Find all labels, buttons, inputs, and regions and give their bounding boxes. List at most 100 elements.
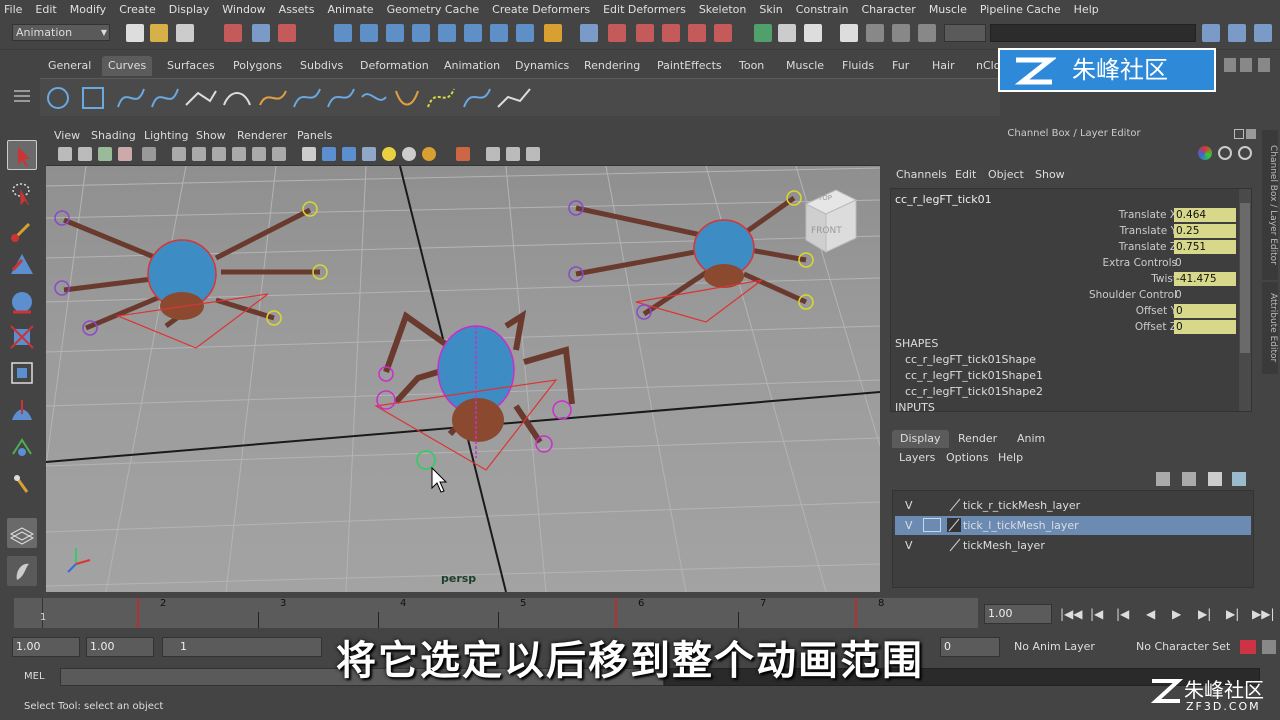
close-panel-icon[interactable]	[1246, 129, 1256, 139]
menu-display[interactable]: Display	[169, 3, 210, 16]
safe-action-icon[interactable]	[252, 147, 266, 161]
tab-display[interactable]: Display	[892, 430, 949, 448]
menu-file[interactable]: File	[4, 3, 22, 16]
shelf-tab-hair[interactable]: Hair	[926, 56, 961, 76]
character-set-dropdown[interactable]: No Character Set	[1130, 637, 1236, 657]
viewport-menu-view[interactable]: View	[54, 129, 80, 142]
all-lights-icon[interactable]	[402, 147, 416, 161]
wireframe-on-shaded-icon[interactable]	[342, 147, 356, 161]
shelf-tab-animation[interactable]: Animation	[438, 56, 506, 76]
grid-toggle-icon[interactable]	[142, 147, 156, 161]
construction-history-icon[interactable]	[580, 24, 598, 42]
step-back-frame-icon[interactable]: |◀	[1090, 607, 1103, 621]
layer-name[interactable]: tick_r_tickMesh_layer	[963, 496, 1080, 515]
attr-value[interactable]: 0	[1173, 288, 1235, 302]
camera-select-icon[interactable]	[58, 147, 72, 161]
float-panel-icon[interactable]	[1234, 129, 1244, 139]
playback-start-field[interactable]: 1.00	[86, 637, 154, 657]
safe-title-icon[interactable]	[272, 147, 286, 161]
layer-color-swatch[interactable]	[949, 538, 961, 552]
viewport-menu-show[interactable]: Show	[196, 129, 226, 142]
layer-name[interactable]: tick_l_tickMesh_layer	[963, 516, 1079, 535]
menu-constrain[interactable]: Constrain	[796, 3, 849, 16]
xray-icon[interactable]	[486, 147, 500, 161]
layout-icon-3[interactable]	[1254, 24, 1272, 42]
quick-layout-icon[interactable]	[7, 556, 37, 586]
layer-template-toggle[interactable]	[923, 518, 941, 532]
tick-character-right[interactable]	[568, 190, 814, 323]
select-hierarchy-icon[interactable]	[224, 24, 242, 42]
shelf-tab-fluids[interactable]: Fluids	[836, 56, 880, 76]
viewport-menu-renderer[interactable]: Renderer	[237, 129, 287, 142]
layer-row[interactable]: V tick_r_tickMesh_layer	[895, 496, 1251, 515]
shelf-tab-fur[interactable]: Fur	[886, 56, 915, 76]
shelf-tab-polygons[interactable]: Polygons	[227, 56, 288, 76]
new-layer-icon[interactable]	[1208, 472, 1222, 486]
lock-icon[interactable]	[544, 24, 562, 42]
universal-manipulator-icon[interactable]	[7, 358, 37, 388]
hyperbolic-icon[interactable]	[1238, 146, 1252, 160]
viewport-menu-lighting[interactable]: Lighting	[144, 129, 188, 142]
speed-icon[interactable]	[1218, 146, 1232, 160]
menu-animate[interactable]: Animate	[327, 3, 373, 16]
shelf-tab-surfaces[interactable]: Surfaces	[161, 56, 221, 76]
layer-name[interactable]: tickMesh_layer	[963, 536, 1045, 555]
snap-point-icon[interactable]	[386, 24, 404, 42]
default-lighting-icon[interactable]	[382, 147, 396, 161]
menu-modify[interactable]: Modify	[70, 3, 106, 16]
help-icon[interactable]	[516, 24, 534, 42]
quick-selection-field[interactable]	[944, 24, 986, 42]
current-frame-field[interactable]: 1.00	[984, 604, 1052, 624]
shelf-tab-painteffects[interactable]: PaintEffects	[651, 56, 728, 76]
viewport-menu-panels[interactable]: Panels	[297, 129, 332, 142]
move-tool-icon[interactable]	[7, 250, 37, 280]
viewport-menu-shading[interactable]: Shading	[91, 129, 136, 142]
layout-icon-2[interactable]	[1228, 24, 1246, 42]
shape-item[interactable]: cc_r_legFT_tick01Shape1	[905, 369, 1043, 382]
snap-surface-icon[interactable]	[438, 24, 456, 42]
resolution-gate-icon[interactable]	[192, 147, 206, 161]
shape-item[interactable]: cc_r_legFT_tick01Shape2	[905, 385, 1043, 398]
shelf-tab-curves[interactable]: Curves	[102, 56, 153, 76]
attr-label[interactable]: Translate Y	[895, 225, 1177, 237]
menu-create-deformers[interactable]: Create Deformers	[492, 3, 590, 16]
scrollbar-thumb[interactable]	[1240, 203, 1250, 353]
name-field[interactable]	[990, 24, 1196, 42]
snap-curve-icon[interactable]	[360, 24, 378, 42]
time-slider[interactable]: 1 2 3 4 5 6 7 8	[14, 598, 978, 628]
shelf-tab-rendering[interactable]: Rendering	[578, 56, 646, 76]
shadows-icon[interactable]	[422, 147, 436, 161]
menu-assets[interactable]: Assets	[279, 3, 315, 16]
anim-layer-dropdown[interactable]: No Anim Layer	[1006, 637, 1126, 657]
wireframe-icon[interactable]	[302, 147, 316, 161]
attr-label[interactable]: Twist	[895, 273, 1177, 285]
attr-value[interactable]: 0	[1174, 304, 1236, 318]
last-tool-icon[interactable]	[7, 470, 37, 500]
inputs-header[interactable]: INPUTS	[895, 401, 935, 414]
rotate-tool-icon[interactable]	[7, 286, 37, 316]
layout-icon[interactable]	[1202, 24, 1220, 42]
shelf-menu-icon[interactable]	[14, 90, 30, 92]
new-scene-icon[interactable]	[126, 24, 144, 42]
side-tab-attribute-editor[interactable]: Attribute Editor	[1262, 282, 1278, 374]
attr-value[interactable]: 0.464	[1174, 208, 1236, 222]
menu-create[interactable]: Create	[119, 3, 156, 16]
play-backwards-icon[interactable]: ◀	[1146, 607, 1155, 621]
select-tool-icon[interactable]	[7, 140, 37, 170]
shelf-tab-muscle[interactable]: Muscle	[780, 56, 830, 76]
attr-label[interactable]: Translate X	[895, 209, 1177, 221]
layer-menu-help[interactable]: Help	[998, 451, 1023, 464]
render-view-icon[interactable]	[714, 24, 732, 42]
channel-box-menu-channels[interactable]: Channels	[896, 168, 947, 181]
menu-character[interactable]: Character	[862, 3, 916, 16]
paint-select-tool-icon[interactable]	[7, 216, 37, 246]
shelf-tab-dynamics[interactable]: Dynamics	[509, 56, 575, 76]
render-frame-icon[interactable]	[608, 24, 626, 42]
shelf-tab-deformation[interactable]: Deformation	[354, 56, 435, 76]
scale-tool-icon[interactable]	[7, 322, 37, 352]
open-scene-icon[interactable]	[150, 24, 168, 42]
camera-attributes-icon[interactable]	[78, 147, 92, 161]
isolate-select-icon[interactable]	[456, 147, 470, 161]
attr-label[interactable]: Extra Controls	[895, 257, 1177, 269]
layer-visibility-toggle[interactable]: V	[905, 516, 913, 535]
